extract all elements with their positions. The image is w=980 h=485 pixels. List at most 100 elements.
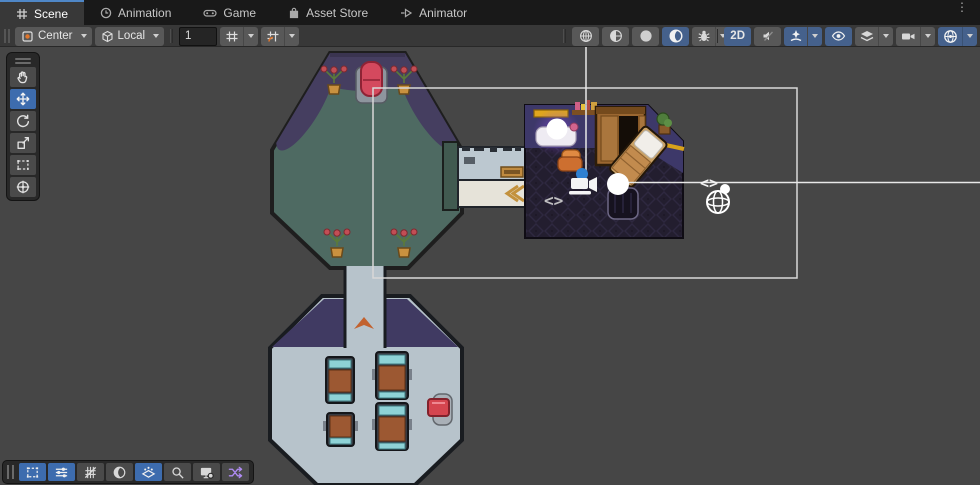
- top-octagon-room[interactable]: [266, 47, 466, 270]
- audio-muted-icon: [763, 31, 773, 41]
- search-icon: [172, 466, 184, 479]
- overlay-drag-handle[interactable]: [7, 465, 14, 479]
- wireframe-sphere-icon: [579, 30, 592, 42]
- effects-dropdown-arrow[interactable]: [807, 26, 822, 46]
- audio-toggle-button[interactable]: [754, 26, 781, 46]
- pivot-center-icon: [21, 30, 34, 43]
- camera-dropdown-arrow[interactable]: [920, 26, 935, 46]
- overlay-rect-tool[interactable]: [19, 463, 46, 481]
- camera-settings-icon: [896, 30, 916, 43]
- table[interactable]: [323, 412, 358, 447]
- hand-icon: [17, 71, 28, 84]
- shaded-sphere-icon: [639, 30, 652, 42]
- clock-icon: [100, 7, 112, 19]
- camera-settings-button[interactable]: [896, 26, 935, 46]
- pivot-mode-button[interactable]: Center: [15, 26, 92, 46]
- avatar-gizmo[interactable]: [607, 173, 629, 195]
- layers-icon: [855, 29, 874, 43]
- rect-tool-icon: [17, 160, 29, 170]
- svg-text:<>: <>: [700, 174, 718, 192]
- search-tool[interactable]: [164, 463, 191, 481]
- cafeteria-wall-left: [272, 299, 345, 347]
- scale-tool[interactable]: [10, 133, 36, 153]
- tab-game[interactable]: Game: [187, 0, 272, 25]
- grid-icon: [16, 8, 28, 20]
- kebab-menu-icon[interactable]: ⋮: [956, 1, 968, 13]
- layers-dropdown-arrow[interactable]: [878, 26, 893, 46]
- moon-tool[interactable]: [106, 463, 133, 481]
- sliders-icon: [55, 467, 68, 477]
- counter-vent: [464, 157, 475, 164]
- toolbar-drag-handle[interactable]: [4, 29, 10, 43]
- tools-overlay: [6, 52, 40, 201]
- scene-visibility-button[interactable]: [825, 26, 852, 46]
- scale-icon: [17, 137, 29, 149]
- shading-shaded-button[interactable]: [632, 26, 659, 46]
- sliders-tool[interactable]: [48, 463, 75, 481]
- snap-increment-icon: [261, 30, 280, 43]
- orientation-dropdown-arrow: [149, 27, 164, 46]
- tab-animation[interactable]: Animation: [84, 0, 187, 25]
- animator-icon: [400, 7, 413, 19]
- shading-wireframe-button[interactable]: [572, 26, 599, 46]
- effects-icon: [789, 29, 803, 43]
- bag-icon: [288, 7, 300, 19]
- gizmos-button[interactable]: [938, 26, 977, 46]
- grid-dropdown-arrow[interactable]: [243, 26, 258, 46]
- tab-asset-store[interactable]: Asset Store: [272, 0, 384, 25]
- tab-animator[interactable]: Animator: [384, 0, 483, 25]
- unity-scene-view-window: Scene Animation Game Asset Store Animato…: [0, 0, 980, 485]
- rotate-tool[interactable]: [10, 111, 36, 131]
- toolbar-separator: [715, 29, 719, 43]
- overlay-drag-handle[interactable]: [10, 56, 36, 65]
- transform-icon: [16, 180, 30, 194]
- shuffle-tool[interactable]: [222, 463, 249, 481]
- tab-bar: Scene Animation Game Asset Store Animato…: [0, 0, 980, 25]
- shading-shaded-wireframe-button[interactable]: [602, 26, 629, 46]
- scene-toolbar: Center Local 1 2D: [0, 25, 980, 47]
- move-tool[interactable]: [10, 89, 36, 109]
- mode-2d-button[interactable]: 2D: [724, 26, 751, 46]
- hand-tool[interactable]: [10, 67, 36, 87]
- effects-button[interactable]: [784, 26, 822, 46]
- layers-button[interactable]: [855, 26, 893, 46]
- scene-lighting-moon-icon: [668, 29, 683, 43]
- cube-icon: [101, 30, 114, 43]
- script-gizmo[interactable]: <>: [544, 191, 563, 210]
- right-doorway: [442, 141, 459, 211]
- tile-grid-tool[interactable]: [77, 463, 104, 481]
- gamepad-icon: [203, 7, 218, 19]
- gizmos-dropdown-arrow[interactable]: [962, 26, 977, 46]
- move-icon: [16, 92, 30, 106]
- hallway[interactable]: [457, 146, 526, 208]
- scene-viewport[interactable]: <> <>: [0, 47, 980, 485]
- table[interactable]: [325, 356, 355, 404]
- rect-select-icon: [26, 466, 39, 478]
- transform-tool[interactable]: [10, 177, 36, 197]
- grid-visibility-icon: [220, 30, 239, 43]
- tilemap-focus-tool[interactable]: [135, 463, 162, 481]
- snap-dropdown-arrow[interactable]: [284, 26, 299, 46]
- table[interactable]: [372, 351, 412, 400]
- display-capture-tool[interactable]: [193, 463, 220, 481]
- avatar-gizmo[interactable]: [546, 118, 568, 140]
- table[interactable]: [372, 402, 412, 451]
- eye-icon: [831, 31, 846, 41]
- tab-scene[interactable]: Scene: [0, 0, 85, 25]
- network-globe-gizmo[interactable]: [706, 190, 730, 214]
- snap-increment-button[interactable]: [261, 26, 300, 46]
- scene-lighting-button[interactable]: [662, 26, 689, 46]
- grid-size-input[interactable]: [179, 26, 218, 46]
- red-chair[interactable]: [355, 61, 388, 104]
- orientation-button[interactable]: Local: [94, 26, 165, 46]
- bedroom[interactable]: [524, 100, 685, 239]
- shaded-wireframe-sphere-icon: [609, 30, 622, 42]
- grid-visibility-button[interactable]: [220, 26, 259, 46]
- rect-tool[interactable]: [10, 155, 36, 175]
- toolbar-separator: [170, 29, 174, 43]
- shuffle-icon: [228, 466, 243, 478]
- bug-icon: [692, 29, 711, 43]
- pivot-dropdown-arrow: [77, 27, 92, 46]
- tile-grid-icon: [84, 466, 97, 478]
- cafeteria-room[interactable]: [268, 266, 464, 485]
